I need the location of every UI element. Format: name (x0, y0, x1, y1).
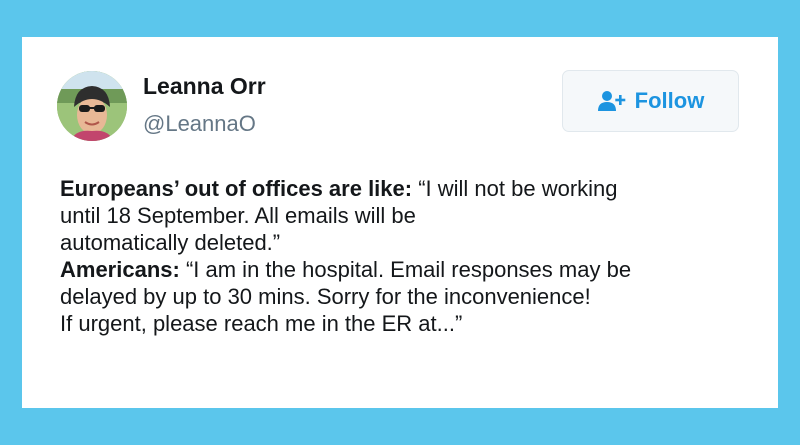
tweet-body-text: until 18 September. All emails will be (60, 203, 416, 228)
tweet-body-text: automatically deleted.” (60, 230, 281, 255)
tweet-bold-text: Americans: (60, 257, 180, 282)
tweet-body-text: “I will not be working (412, 176, 618, 201)
author-handle[interactable]: @LeannaO (143, 111, 256, 137)
tweet-text: Europeans’ out of offices are like: “I w… (60, 175, 750, 337)
follow-button[interactable]: Follow (562, 70, 739, 132)
tweet-body-text: If urgent, please reach me in the ER at.… (60, 311, 463, 336)
tweet-body-text: delayed by up to 30 mins. Sorry for the … (60, 284, 591, 309)
tweet-bold-text: Europeans’ out of offices are like: (60, 176, 413, 201)
tweet-line: automatically deleted.” (60, 229, 750, 256)
avatar[interactable] (57, 71, 127, 141)
tweet-line: Europeans’ out of offices are like: “I w… (60, 175, 750, 202)
author-name[interactable]: Leanna Orr (143, 73, 266, 100)
tweet-line: If urgent, please reach me in the ER at.… (60, 310, 750, 337)
tweet-line: Americans: “I am in the hospital. Email … (60, 256, 750, 283)
tweet-line: delayed by up to 30 mins. Sorry for the … (60, 283, 750, 310)
add-user-icon (597, 90, 627, 112)
tweet-body-text: “I am in the hospital. Email responses m… (179, 257, 632, 282)
follow-label: Follow (634, 88, 705, 113)
profile-photo-icon (57, 71, 127, 141)
tweet-line: until 18 September. All emails will be (60, 202, 750, 229)
